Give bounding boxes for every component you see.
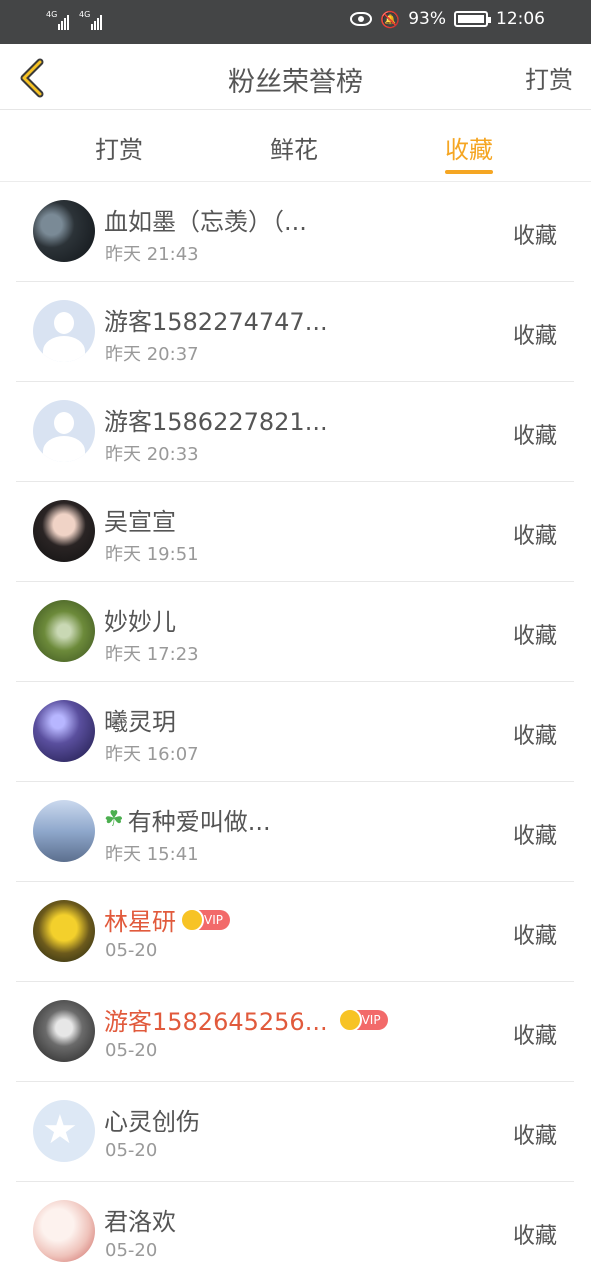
signal-icon: 4G <box>46 10 69 30</box>
timestamp: 05-20 <box>105 1240 158 1261</box>
tab-label: 收藏 <box>445 136 493 164</box>
user-name: 游客1582645256... VIP <box>104 1002 388 1037</box>
list-item[interactable]: 君洛欢 05-20 收藏 <box>0 1182 591 1280</box>
user-name: 妙妙儿 <box>104 608 176 636</box>
fans-list: 血如墨（忘羡）（... 昨天 21:43 收藏 游客1582274747... … <box>0 182 591 1280</box>
avatar[interactable] <box>33 1000 95 1062</box>
user-name: 心灵创伤 <box>104 1108 200 1136</box>
user-name: 君洛欢 <box>104 1208 176 1236</box>
vip-badge: VIP <box>337 1007 388 1032</box>
battery-percent: 93% <box>408 9 446 29</box>
timestamp: 昨天 19:51 <box>105 544 199 565</box>
favorite-label: 收藏 <box>512 924 557 949</box>
timestamp: 昨天 15:41 <box>105 844 199 865</box>
active-tab-indicator <box>445 170 493 174</box>
tab-label: 鲜花 <box>270 136 318 164</box>
list-item[interactable]: 游客1582274747... 昨天 20:37 收藏 <box>0 282 591 382</box>
avatar[interactable] <box>33 200 95 262</box>
favorite-label: 收藏 <box>512 1024 557 1049</box>
timestamp: 昨天 20:37 <box>105 344 199 365</box>
crown-icon <box>337 1007 362 1032</box>
list-item[interactable]: ☘ 有种爱叫做... 昨天 15:41 收藏 <box>0 782 591 882</box>
user-name: 游客1586227821... <box>104 408 328 436</box>
favorite-label: 收藏 <box>512 424 557 449</box>
star-icon: ★ <box>42 1107 78 1153</box>
tab-favorites[interactable]: 收藏 <box>445 130 493 174</box>
avatar[interactable] <box>33 600 95 662</box>
tab-bar: 打赏 鲜花 收藏 <box>0 110 591 182</box>
list-item[interactable]: 林星研 VIP 05-20 收藏 <box>0 882 591 982</box>
battery-icon <box>454 11 491 27</box>
page-title: 粉丝荣誉榜 <box>228 67 363 98</box>
list-item[interactable]: 妙妙儿 昨天 17:23 收藏 <box>0 582 591 682</box>
nav-header: 粉丝荣誉榜 打赏 <box>0 44 591 110</box>
list-item[interactable]: 游客1586227821... 昨天 20:33 收藏 <box>0 382 591 482</box>
avatar[interactable] <box>33 800 95 862</box>
list-item[interactable]: 吴宣宣 昨天 19:51 收藏 <box>0 482 591 582</box>
timestamp: 05-20 <box>105 940 158 961</box>
clover-icon: ☘ <box>104 807 124 832</box>
user-name: ☘ 有种爱叫做... <box>104 807 271 836</box>
user-name: 林星研 VIP <box>104 902 230 937</box>
timestamp: 昨天 21:43 <box>105 244 199 265</box>
user-name: 吴宣宣 <box>104 508 176 536</box>
user-name: 游客1582274747... <box>104 308 328 336</box>
status-bar: 4G 4G 🔕 93% 12:06 <box>0 0 591 44</box>
vip-badge: VIP <box>180 907 230 932</box>
list-item[interactable]: 曦灵玥 昨天 16:07 收藏 <box>0 682 591 782</box>
timestamp: 昨天 16:07 <box>105 744 199 765</box>
favorite-label: 收藏 <box>512 824 557 849</box>
user-name: 曦灵玥 <box>104 708 176 736</box>
avatar[interactable] <box>33 700 95 762</box>
avatar[interactable] <box>33 1200 95 1262</box>
favorite-label: 收藏 <box>512 224 557 249</box>
timestamp: 昨天 17:23 <box>105 644 199 665</box>
avatar[interactable] <box>33 500 95 562</box>
favorite-label: 收藏 <box>512 624 557 649</box>
avatar[interactable] <box>33 900 95 962</box>
favorite-label: 收藏 <box>512 1124 557 1149</box>
tab-label: 打赏 <box>95 136 143 164</box>
tab-flowers[interactable]: 鲜花 <box>270 130 318 165</box>
tab-reward[interactable]: 打赏 <box>95 130 143 165</box>
timestamp: 昨天 20:33 <box>105 444 199 465</box>
avatar[interactable]: ★ <box>33 1100 95 1162</box>
avatar[interactable] <box>33 400 95 462</box>
clock: 12:06 <box>496 9 545 29</box>
bell-off-icon: 🔕 <box>380 9 401 29</box>
favorite-label: 收藏 <box>512 1224 557 1249</box>
eye-icon <box>350 12 373 26</box>
network-type: 4G <box>46 10 58 19</box>
favorite-label: 收藏 <box>512 524 557 549</box>
list-item[interactable]: 游客1582645256... VIP 05-20 收藏 <box>0 982 591 1082</box>
list-item[interactable]: ★ 心灵创伤 05-20 收藏 <box>0 1082 591 1182</box>
favorite-label: 收藏 <box>512 324 557 349</box>
avatar[interactable] <box>33 300 95 362</box>
user-name: 血如墨（忘羡）（... <box>104 208 307 236</box>
signal-icon: 4G <box>79 10 102 30</box>
list-item[interactable]: 血如墨（忘羡）（... 昨天 21:43 收藏 <box>0 182 591 282</box>
network-type: 4G <box>79 10 91 19</box>
timestamp: 05-20 <box>105 1040 158 1061</box>
favorite-label: 收藏 <box>512 724 557 749</box>
timestamp: 05-20 <box>105 1140 158 1161</box>
reward-button[interactable]: 打赏 <box>525 60 573 95</box>
crown-icon <box>180 907 204 932</box>
